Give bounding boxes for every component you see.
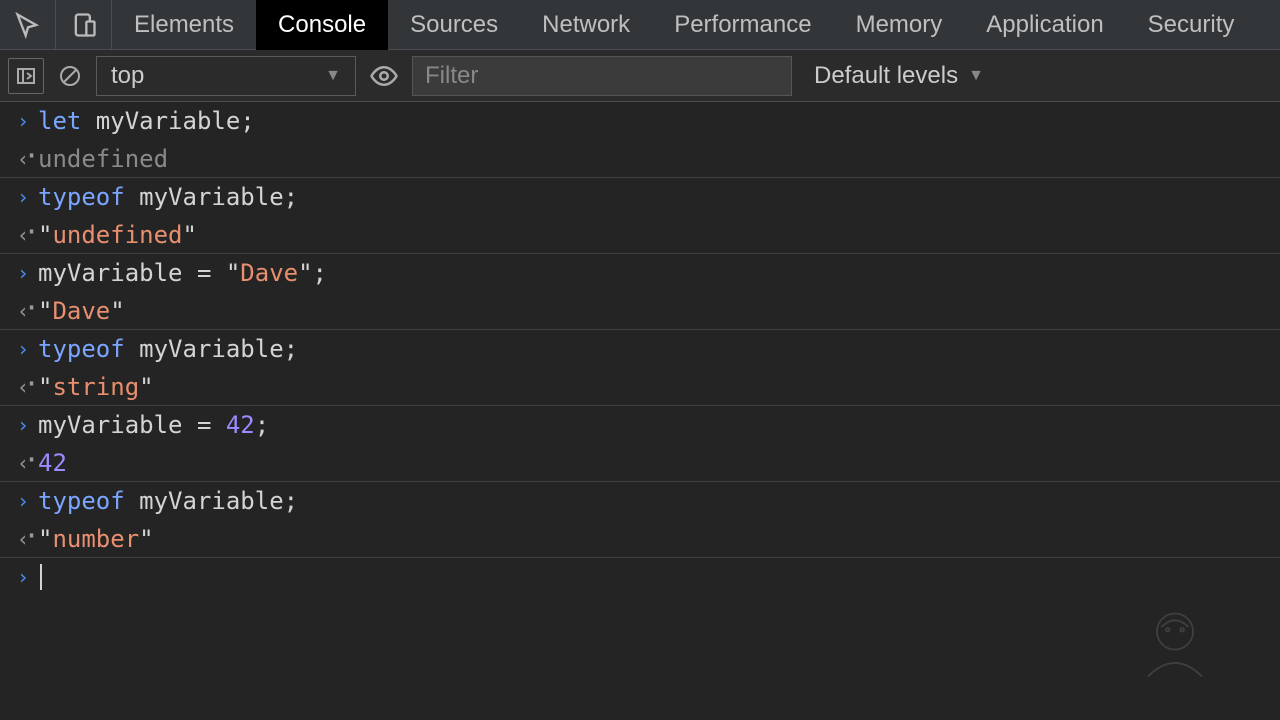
console-prompt[interactable]: › [0, 558, 1280, 596]
output-arrow-icon: ‹ [8, 147, 38, 171]
text-caret [40, 564, 42, 590]
log-levels-selector[interactable]: Default levels ▼ [800, 62, 984, 90]
console-output-row: ‹"undefined" [0, 216, 1280, 254]
console-input-row: ›let myVariable; [0, 102, 1280, 140]
tab-memory[interactable]: Memory [834, 0, 965, 50]
input-arrow-icon: › [8, 109, 38, 133]
code-content: 42 [38, 449, 67, 477]
code-content: myVariable = "Dave"; [38, 259, 327, 287]
console-output: ›let myVariable;‹undefined›typeof myVari… [0, 102, 1280, 596]
console-output-row: ‹"Dave" [0, 292, 1280, 330]
tab-console[interactable]: Console [256, 0, 388, 50]
console-output-row: ‹"number" [0, 520, 1280, 558]
inspect-icon[interactable] [0, 0, 56, 50]
input-arrow-icon: › [8, 413, 38, 437]
code-content: "number" [38, 525, 154, 553]
code-content: let myVariable; [38, 107, 255, 135]
console-input-row: ›myVariable = 42; [0, 406, 1280, 444]
console-toolbar: top ▼ Filter Default levels ▼ [0, 50, 1280, 102]
watermark-icon [1130, 600, 1220, 690]
clear-console-icon[interactable] [52, 58, 88, 94]
toggle-sidebar-icon[interactable] [8, 58, 44, 94]
input-arrow-icon: › [8, 489, 38, 513]
tab-sources[interactable]: Sources [388, 0, 520, 50]
tab-elements[interactable]: Elements [112, 0, 256, 50]
code-content: typeof myVariable; [38, 335, 298, 363]
console-output-row: ‹"string" [0, 368, 1280, 406]
code-content: "string" [38, 373, 154, 401]
code-content: typeof myVariable; [38, 183, 298, 211]
tab-performance[interactable]: Performance [652, 0, 833, 50]
code-content: "Dave" [38, 297, 125, 325]
output-arrow-icon: ‹ [8, 527, 38, 551]
input-arrow-icon: › [8, 261, 38, 285]
devtools-tabs: ElementsConsoleSourcesNetworkPerformance… [0, 0, 1280, 50]
code-content: typeof myVariable; [38, 487, 298, 515]
output-arrow-icon: ‹ [8, 299, 38, 323]
filter-placeholder: Filter [425, 62, 478, 90]
chevron-down-icon: ▼ [968, 67, 984, 85]
output-arrow-icon: ‹ [8, 223, 38, 247]
context-value: top [111, 62, 144, 90]
input-arrow-icon: › [8, 565, 38, 589]
tab-network[interactable]: Network [520, 0, 652, 50]
tab-application[interactable]: Application [964, 0, 1125, 50]
live-expression-icon[interactable] [364, 61, 404, 91]
chevron-down-icon: ▼ [325, 67, 341, 85]
console-input-row: ›typeof myVariable; [0, 482, 1280, 520]
console-output-row: ‹undefined [0, 140, 1280, 178]
console-input-row: ›myVariable = "Dave"; [0, 254, 1280, 292]
code-content: "undefined" [38, 221, 197, 249]
device-toolbar-icon[interactable] [56, 0, 112, 50]
filter-input[interactable]: Filter [412, 56, 792, 96]
output-arrow-icon: ‹ [8, 451, 38, 475]
output-arrow-icon: ‹ [8, 375, 38, 399]
console-input-row: ›typeof myVariable; [0, 330, 1280, 368]
tab-security[interactable]: Security [1126, 0, 1257, 50]
input-arrow-icon: › [8, 185, 38, 209]
code-content: myVariable = 42; [38, 411, 269, 439]
context-selector[interactable]: top ▼ [96, 56, 356, 96]
input-arrow-icon: › [8, 337, 38, 361]
levels-label: Default levels [814, 62, 958, 90]
console-output-row: ‹42 [0, 444, 1280, 482]
code-content: undefined [38, 145, 168, 173]
console-input-row: ›typeof myVariable; [0, 178, 1280, 216]
